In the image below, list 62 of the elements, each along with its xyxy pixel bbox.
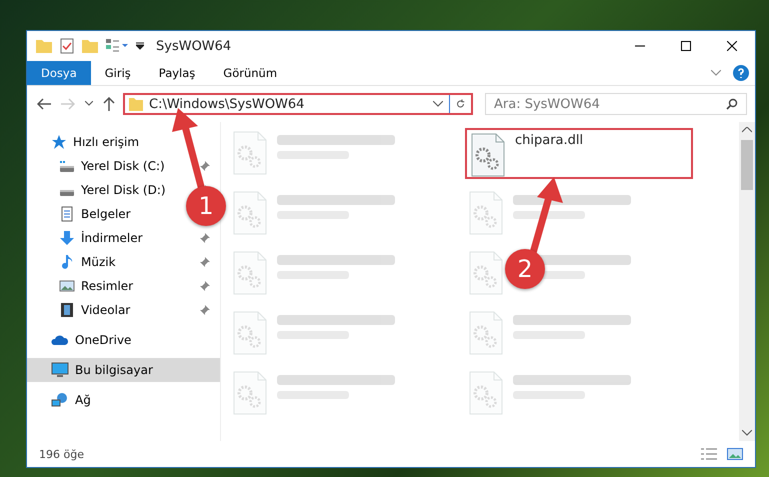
network-icon [51,392,69,408]
sidebar-item[interactable]: Müzik [27,250,118,274]
sidebar-item[interactable]: Yerel Disk (C:) [27,154,167,178]
sidebar-item[interactable]: Bu bilgisayar [27,358,220,382]
drive-icon [59,190,75,196]
chevron-down-icon[interactable] [433,101,443,107]
file-gears-icon [233,311,267,355]
sidebar-item[interactable]: OneDrive [27,328,134,352]
file-item[interactable]: chipara.dll [465,128,693,179]
large-icons-view-icon[interactable] [727,448,743,460]
sidebar-item[interactable]: Yerel Disk (D:) [27,178,168,202]
folder-icon [82,39,98,53]
sidebar-item[interactable]: Ağ [27,388,93,412]
address-bar[interactable]: C:\Windows\SysWOW64 [123,93,473,115]
music-note-icon [59,254,75,270]
star-icon [51,134,67,150]
scroll-up-icon[interactable] [742,127,752,133]
sidebar-item[interactable]: Videolar [27,298,132,322]
help-icon[interactable] [733,65,749,81]
item-count: 196 öğe [39,448,85,460]
close-icon [727,41,737,51]
download-icon [59,230,75,246]
document-icon [59,206,75,222]
properties-icon [106,39,128,53]
file-name: chipara.dll [515,133,584,148]
file-gears-icon [233,131,267,175]
sidebar-item[interactable]: Resimler [27,274,136,298]
sidebar-item[interactable]: İndirmeler [27,226,145,250]
file-gears-icon [233,251,267,295]
picture-icon [59,278,75,294]
film-icon [59,302,75,318]
back-button[interactable] [35,96,53,112]
ribbon-tab[interactable]: Giriş [90,61,145,85]
file-gears-icon [469,371,503,415]
scroll-thumb[interactable] [741,140,753,190]
sidebar-item[interactable]: Hızlı erişim [27,130,142,154]
ribbon-tab[interactable]: Paylaş [144,61,210,85]
dropdown-icon [136,42,144,50]
file-gears-icon [469,311,503,355]
details-view-icon[interactable] [701,448,717,460]
file-gears-icon [469,251,503,295]
up-button[interactable] [101,95,117,113]
scroll-down-icon[interactable] [742,430,752,436]
ribbon-tab[interactable]: Görünüm [209,61,292,85]
folder-icon [129,97,143,111]
window-title: SysWOW64 [156,38,232,54]
drive-icon [59,160,75,172]
checklist-icon [60,38,74,54]
monitor-icon [51,362,69,378]
maximize-icon [681,41,691,51]
chevron-down-icon[interactable] [711,70,721,76]
search-field[interactable]: Ara: SysWOW64 [485,93,747,115]
search-icon [726,98,738,110]
sidebar-item[interactable]: Belgeler [27,202,133,226]
ribbon-tab[interactable]: Dosya [27,61,91,85]
file-gears-icon [469,191,503,235]
scrollbar[interactable] [739,122,755,441]
file-gears-icon [471,133,505,177]
file-gears-icon [233,371,267,415]
folder-icon [36,39,52,53]
refresh-icon [456,98,465,110]
file-gears-icon [233,191,267,235]
